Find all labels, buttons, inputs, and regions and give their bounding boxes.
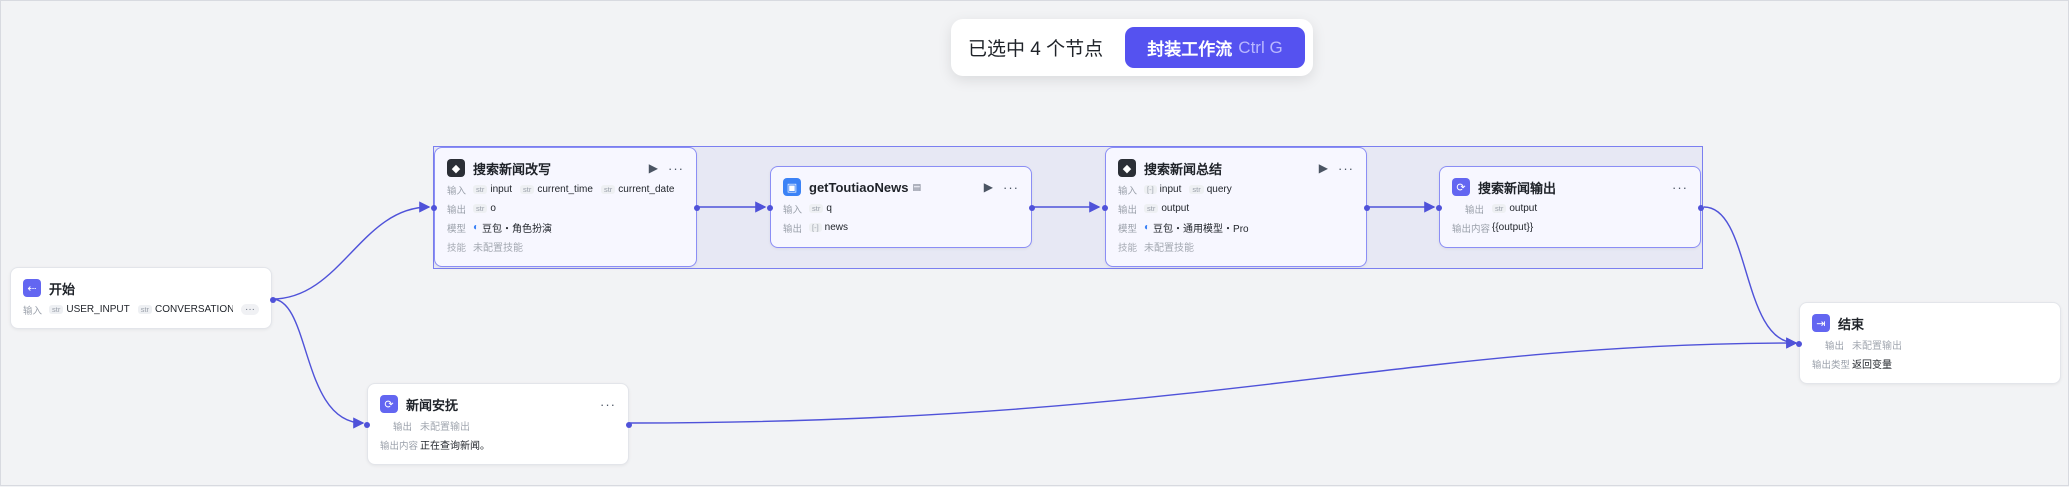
more-icon[interactable]: ···	[600, 397, 616, 412]
output-port[interactable]	[694, 205, 700, 211]
input-label: 输入	[783, 204, 803, 216]
model-label: 模型	[1118, 223, 1138, 235]
input-tag: str query	[1189, 184, 1232, 195]
input-port[interactable]	[1796, 341, 1802, 347]
node-end[interactable]: ⇥ 结束 输出 未配置输出 输出类型 返回变量	[1796, 302, 2061, 384]
package-workflow-button[interactable]: 封装工作流 Ctrl G	[1125, 27, 1305, 68]
workflow-canvas[interactable]: 已选中 4 个节点 封装工作流 Ctrl G ⇠ 开始 输入 str USER_I…	[0, 0, 2069, 486]
package-workflow-shortcut: Ctrl G	[1238, 37, 1283, 57]
node-news-comfort[interactable]: ⟳ 新闻安抚 ··· 输出 未配置输出 输出内容 正在查询新闻。	[364, 383, 632, 465]
input-tag: strCONVERSATION_NAME	[137, 304, 233, 315]
output-label: 输出	[392, 421, 412, 433]
package-workflow-label: 封装工作流	[1147, 40, 1233, 59]
output-tag: str o	[473, 203, 496, 214]
input-port[interactable]	[1436, 205, 1442, 211]
node-title: 搜索新闻改写	[473, 161, 552, 177]
play-icon[interactable]: ▶	[649, 161, 658, 176]
skill-value: 未配置技能	[473, 243, 523, 254]
plugin-icon: ▣	[783, 178, 801, 196]
output-label: 输出	[447, 204, 467, 216]
input-label: 输入	[1118, 185, 1138, 197]
output-tag: str output	[1492, 203, 1537, 214]
more-icon[interactable]: ···	[1003, 180, 1019, 195]
output-port[interactable]	[1364, 205, 1370, 211]
content-value: 正在查询新闻。	[420, 441, 490, 452]
input-port[interactable]	[431, 205, 437, 211]
output-label: 输出	[1824, 340, 1844, 352]
llm-icon: ◆	[447, 159, 465, 177]
more-icon[interactable]: ···	[668, 161, 684, 176]
node-title: getToutiaoNews	[809, 179, 909, 195]
output-tag: [-] news	[809, 222, 848, 233]
message-node-icon: ⟳	[380, 395, 398, 413]
output-type-label: 输出类型	[1812, 359, 1851, 371]
selection-toast: 已选中 4 个节点 封装工作流 Ctrl G	[951, 19, 1313, 76]
input-tag: str q	[809, 203, 832, 214]
node-title: 新闻安抚	[406, 397, 459, 413]
node-start[interactable]: ⇠ 开始 输入 strUSER_INPUT strCONVERSATION_NA…	[10, 267, 276, 329]
output-node-icon: ⟳	[1452, 178, 1470, 196]
input-port[interactable]	[364, 422, 370, 428]
skill-value: 未配置技能	[1144, 243, 1194, 254]
more-icon[interactable]: ···	[1338, 161, 1354, 176]
output-tag: str output	[1144, 203, 1189, 214]
model-value: ◐ 豆包・通用模型・Pro	[1144, 222, 1249, 235]
input-tag: [-] input	[1144, 184, 1181, 195]
output-port[interactable]	[270, 297, 276, 303]
output-label: 输出	[1464, 204, 1484, 216]
input-tag: str current_time	[520, 184, 593, 195]
output-value: 未配置输出	[1852, 341, 1902, 352]
output-label: 输出	[1118, 204, 1138, 216]
content-value: {{output}}	[1492, 222, 1534, 233]
doubao-icon: ◐	[473, 222, 480, 233]
skill-label: 技能	[447, 242, 467, 254]
node-title: 结束	[1838, 316, 1865, 332]
edge-output-end	[1703, 206, 1798, 349]
node-search-news-rewrite[interactable]: ◆ 搜索新闻改写 ▶ ··· 输入 str input str current_tim…	[431, 147, 700, 267]
input-label: 输入	[447, 185, 467, 197]
more-icon[interactable]: ···	[1672, 180, 1688, 195]
edge-start-comfort	[271, 298, 365, 429]
more-inputs-button[interactable]: ···	[241, 304, 259, 315]
node-search-news-output[interactable]: ⟳ 搜索新闻输出 ··· 输出 str output 输出内容 {{output}…	[1436, 166, 1704, 248]
end-icon: ⇥	[1812, 314, 1830, 332]
input-tag: str input	[473, 184, 512, 195]
node-get-toutiao-news[interactable]: ▣ getToutiaoNews ▤ ▶ ··· 输入 str q 输出 [-] ne…	[767, 166, 1035, 248]
output-value: 未配置输出	[420, 422, 470, 433]
output-port[interactable]	[1029, 205, 1035, 211]
node-title: 搜索新闻输出	[1478, 180, 1557, 196]
model-label: 模型	[447, 223, 467, 235]
model-value: ◐ 豆包・角色扮演	[473, 222, 553, 235]
input-port[interactable]	[1102, 205, 1108, 211]
edge-comfort-end	[628, 337, 1798, 424]
node-title: 搜索新闻总结	[1144, 161, 1223, 177]
input-port[interactable]	[767, 205, 773, 211]
output-type-value: 返回变量	[1852, 360, 1892, 371]
llm-icon: ◆	[1118, 159, 1136, 177]
skill-label: 技能	[1118, 242, 1138, 254]
start-icon: ⇠	[23, 279, 41, 297]
node-search-news-summary[interactable]: ◆ 搜索新闻总结 ▶ ··· 输入 [-] input str query 输出 st…	[1102, 147, 1370, 267]
selection-count-label: 已选中 4 个节点	[968, 39, 1104, 60]
edge-start-rewrite	[271, 201, 431, 300]
input-tag: str USER_INPUT	[49, 304, 130, 315]
node-title: 开始	[49, 281, 76, 297]
content-label: 输出内容	[380, 440, 419, 452]
play-icon[interactable]: ▶	[1319, 161, 1328, 176]
doubao-icon: ◐	[1144, 222, 1151, 233]
output-port[interactable]	[626, 422, 632, 428]
input-label: 输入	[23, 305, 43, 317]
output-label: 输出	[783, 223, 803, 235]
output-port[interactable]	[1698, 205, 1704, 211]
content-label: 输出内容	[1452, 223, 1491, 235]
doc-icon: ▤	[912, 181, 921, 192]
play-icon[interactable]: ▶	[984, 180, 993, 195]
input-tag: str current_date	[600, 184, 674, 195]
